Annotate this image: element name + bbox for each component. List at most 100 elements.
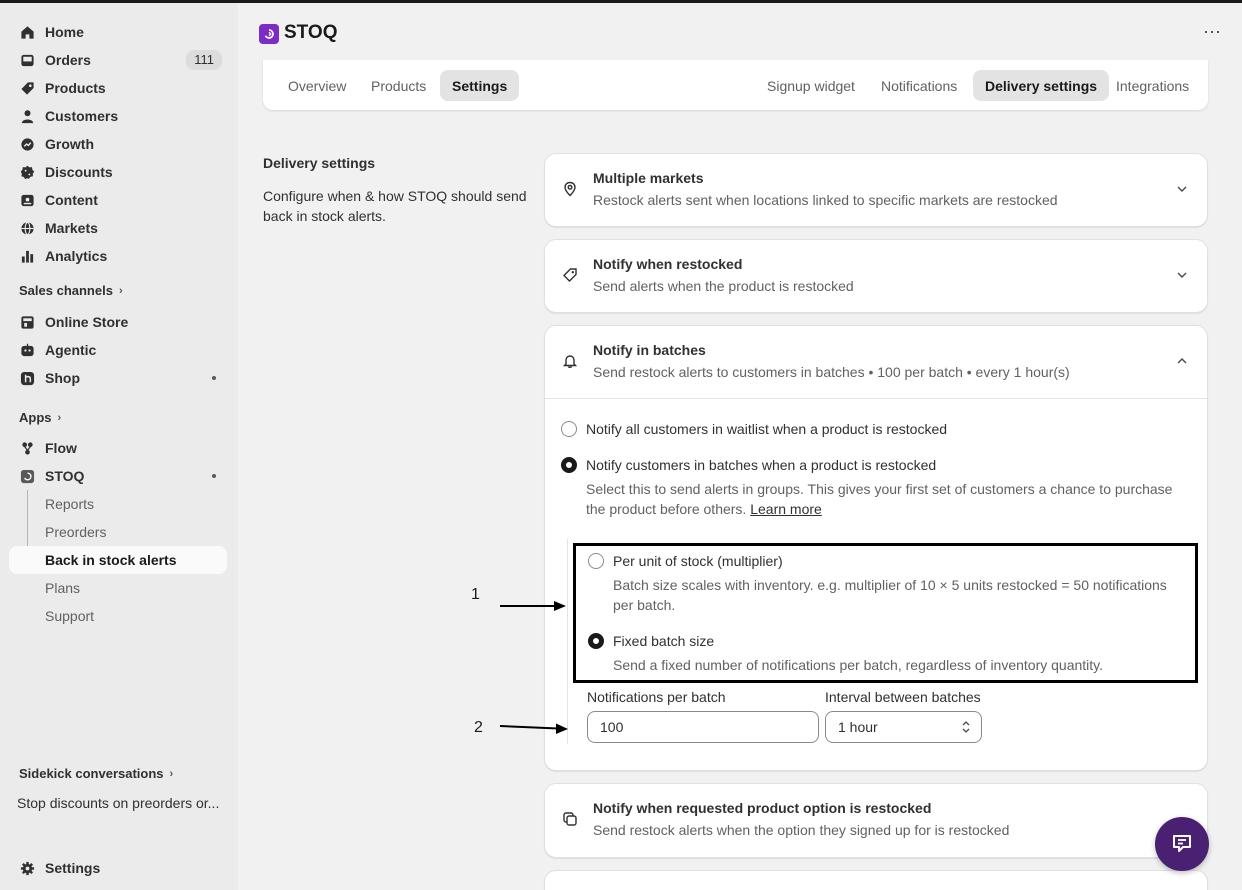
copy-icon bbox=[562, 811, 580, 829]
stoq-icon bbox=[19, 468, 35, 484]
store-icon bbox=[19, 314, 35, 330]
next-card-partial[interactable] bbox=[544, 870, 1208, 890]
nav-customers[interactable]: Customers bbox=[9, 102, 227, 130]
interval-select[interactable]: 1 hour bbox=[825, 711, 982, 743]
nav-online-store[interactable]: Online Store bbox=[9, 308, 227, 336]
flow-icon bbox=[19, 440, 35, 456]
nav-products-label: Products bbox=[45, 80, 106, 96]
notify-option-restocked-card[interactable]: Notify when requested product option is … bbox=[544, 783, 1208, 858]
globe-icon bbox=[19, 220, 35, 236]
nav-orders-label: Orders bbox=[45, 52, 91, 68]
tab-settings[interactable]: Settings bbox=[440, 70, 520, 101]
notify-all-label[interactable]: Notify all customers in waitlist when a … bbox=[586, 421, 947, 437]
fixed-batch-help: Send a fixed number of notifications per… bbox=[613, 657, 1104, 673]
nav-reports[interactable]: Reports bbox=[9, 490, 227, 518]
notifications-per-batch-input[interactable]: 100 bbox=[587, 711, 819, 743]
nav-discounts[interactable]: Discounts bbox=[9, 158, 227, 186]
apps-heading[interactable]: Apps › bbox=[19, 410, 61, 425]
nav-markets[interactable]: Markets bbox=[9, 214, 227, 242]
nav-content-label: Content bbox=[45, 192, 98, 208]
annotation-arrow-1 bbox=[500, 601, 566, 611]
tag-icon bbox=[19, 80, 35, 96]
sidekick-heading-label: Sidekick conversations bbox=[19, 766, 164, 781]
nav-back-in-stock-alerts[interactable]: Back in stock alerts bbox=[9, 546, 227, 574]
annotation-arrow-2 bbox=[499, 723, 568, 734]
nav-growth-label: Growth bbox=[45, 136, 94, 152]
chat-button[interactable] bbox=[1155, 817, 1209, 871]
nav-online-store-label: Online Store bbox=[45, 314, 129, 330]
nav-content[interactable]: Content bbox=[9, 186, 227, 214]
chevron-down-icon[interactable] bbox=[1175, 268, 1189, 282]
nested-guide-line bbox=[567, 539, 568, 744]
nav-markets-label: Markets bbox=[45, 220, 98, 236]
growth-icon bbox=[19, 136, 35, 152]
section-description: Configure when & how STOQ should send ba… bbox=[263, 188, 527, 224]
bar-chart-icon bbox=[19, 248, 35, 264]
card-subtitle: Restock alerts sent when locations linke… bbox=[593, 192, 1058, 208]
chevron-right-icon: › bbox=[118, 284, 123, 297]
more-actions-button[interactable]: ⋯ bbox=[1203, 22, 1222, 43]
multiple-markets-card[interactable]: Multiple markets Restock alerts sent whe… bbox=[544, 153, 1208, 227]
nav-products[interactable]: Products bbox=[9, 74, 227, 102]
tab-integrations[interactable]: Integrations bbox=[1104, 70, 1201, 101]
chevron-down-icon[interactable] bbox=[1175, 182, 1189, 196]
card-header[interactable]: Notify in batches Send restock alerts to… bbox=[545, 326, 1207, 398]
tab-signup-widget[interactable]: Signup widget bbox=[755, 70, 867, 101]
sales-channels-heading[interactable]: Sales channels › bbox=[19, 283, 123, 298]
fixed-batch-radio[interactable] bbox=[588, 633, 604, 649]
gear-icon bbox=[19, 860, 35, 876]
nav-agentic[interactable]: Agentic bbox=[9, 336, 227, 364]
main-content: STOQ ⋯ Overview Products Settings Signup… bbox=[238, 0, 1242, 890]
chevron-up-icon[interactable] bbox=[1175, 354, 1189, 368]
bell-icon bbox=[562, 353, 580, 371]
sidekick-heading[interactable]: Sidekick conversations › bbox=[19, 766, 173, 781]
nav-settings[interactable]: Settings bbox=[9, 854, 227, 882]
card-header[interactable]: Notify when restocked Send alerts when t… bbox=[545, 240, 1207, 312]
nav-home[interactable]: Home bbox=[9, 18, 227, 46]
nav-settings-label: Settings bbox=[45, 860, 101, 876]
sidekick-conversation-item[interactable]: Stop discounts on preorders or... bbox=[17, 795, 219, 811]
notify-batches-radio[interactable] bbox=[561, 457, 577, 473]
apps-heading-label: Apps bbox=[19, 410, 52, 425]
chevron-right-icon: › bbox=[57, 411, 62, 424]
nav-stoq[interactable]: STOQ bbox=[9, 462, 227, 490]
per-unit-radio[interactable] bbox=[588, 553, 604, 569]
nav-analytics[interactable]: Analytics bbox=[9, 242, 227, 270]
nav-home-label: Home bbox=[45, 24, 84, 40]
card-title: Notify in batches bbox=[593, 342, 706, 358]
nav-discounts-label: Discounts bbox=[45, 164, 113, 180]
card-body: Notify all customers in waitlist when a … bbox=[545, 398, 1207, 770]
notify-when-restocked-card[interactable]: Notify when restocked Send alerts when t… bbox=[544, 239, 1208, 313]
sidebar: Home Orders 111 Products Customers Growt… bbox=[0, 0, 238, 890]
discount-icon bbox=[19, 164, 35, 180]
card-header[interactable]: Multiple markets Restock alerts sent whe… bbox=[545, 154, 1207, 226]
nav-flow[interactable]: Flow bbox=[9, 434, 227, 462]
nav-growth[interactable]: Growth bbox=[9, 130, 227, 158]
card-title: Notify when restocked bbox=[593, 256, 743, 272]
notify-all-radio[interactable] bbox=[561, 421, 577, 437]
tab-notifications[interactable]: Notifications bbox=[869, 70, 969, 101]
nav-preorders[interactable]: Preorders bbox=[9, 518, 227, 546]
nav-orders[interactable]: Orders 111 bbox=[9, 46, 227, 74]
learn-more-link[interactable]: Learn more bbox=[750, 501, 822, 517]
agent-icon bbox=[19, 342, 35, 358]
card-header[interactable]: Notify when requested product option is … bbox=[545, 784, 1207, 856]
nav-shop[interactable]: Shop bbox=[9, 364, 227, 392]
notify-batches-label[interactable]: Notify customers in batches when a produ… bbox=[586, 457, 936, 473]
section-title: Delivery settings bbox=[263, 155, 376, 171]
status-dot bbox=[212, 474, 216, 478]
nav-plans[interactable]: Plans bbox=[9, 574, 227, 602]
person-icon bbox=[19, 108, 35, 124]
sales-channels-heading-label: Sales channels bbox=[19, 283, 113, 298]
tab-products[interactable]: Products bbox=[359, 70, 438, 101]
orders-count-badge: 111 bbox=[186, 50, 222, 70]
fixed-batch-label[interactable]: Fixed batch size bbox=[613, 633, 714, 649]
home-icon bbox=[19, 24, 35, 40]
tab-delivery-settings[interactable]: Delivery settings bbox=[973, 70, 1110, 101]
per-batch-label: Notifications per batch bbox=[587, 689, 726, 705]
nav-support[interactable]: Support bbox=[9, 602, 227, 630]
per-unit-label[interactable]: Per unit of stock (multiplier) bbox=[613, 553, 783, 569]
card-subtitle: Send alerts when the product is restocke… bbox=[593, 278, 854, 294]
tab-overview[interactable]: Overview bbox=[276, 70, 358, 101]
interval-select-value: 1 hour bbox=[838, 719, 878, 735]
